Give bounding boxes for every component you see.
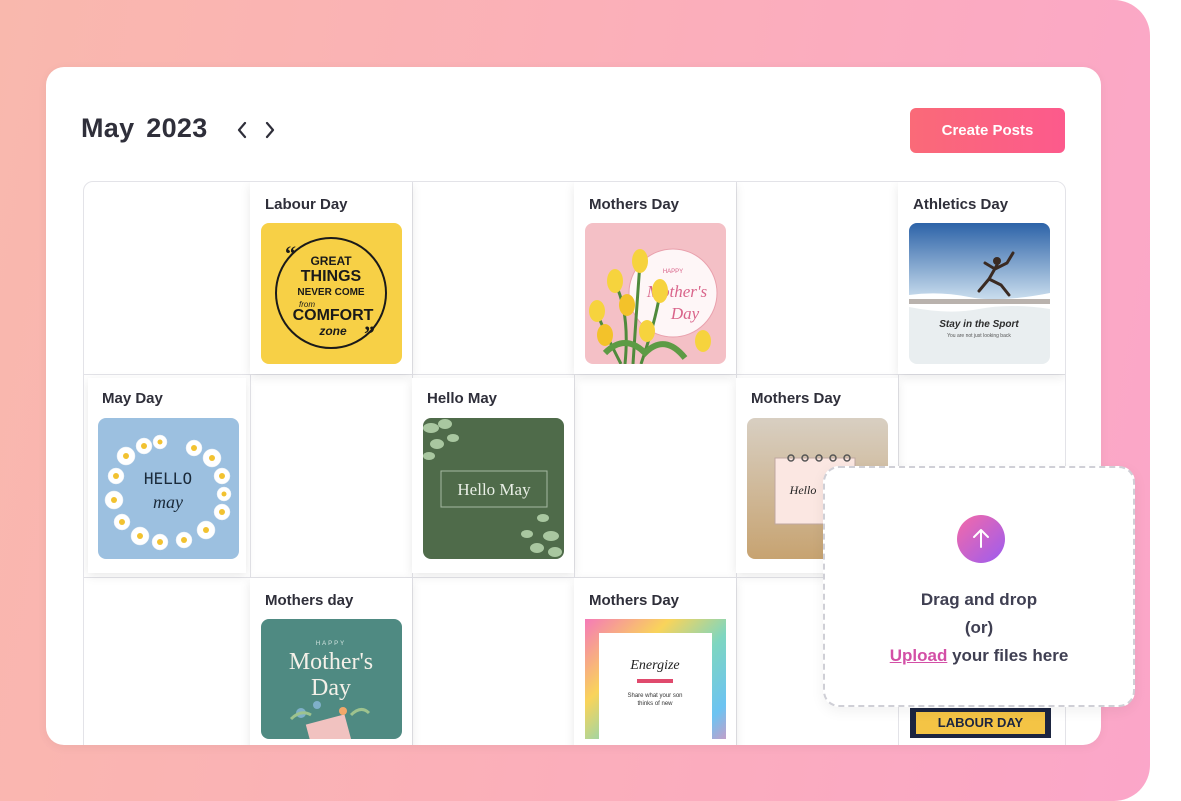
post-image-energize: Energize Share what your son thinks of n… xyxy=(585,619,726,739)
calendar-post[interactable]: Athletics Day Stay in the Sport You are … xyxy=(898,182,1065,374)
svg-text:HAPPY: HAPPY xyxy=(316,641,346,647)
calendar-post[interactable]: Hello May Hello May xyxy=(412,378,574,573)
post-label: Mothers Day xyxy=(751,390,842,407)
upload-link[interactable]: Upload xyxy=(890,646,948,665)
svg-text:Mother's: Mother's xyxy=(289,649,373,675)
month-title: May 2023 xyxy=(81,113,208,144)
chevron-right-icon xyxy=(265,121,275,139)
svg-text:thinks of new: thinks of new xyxy=(637,701,673,707)
upload-line-3-text: your files here xyxy=(952,646,1069,665)
create-posts-button[interactable]: Create Posts xyxy=(910,108,1065,153)
post-image-athletics: Stay in the Sport You are not just looki… xyxy=(909,223,1050,364)
calendar-post[interactable]: May Day HELLO may xyxy=(88,378,246,573)
svg-text:NEVER COME: NEVER COME xyxy=(297,287,365,298)
svg-text:You are not just looking back: You are not just looking back xyxy=(947,333,1011,339)
post-image-mothers-day-tulips: HAPPY Mother's Day xyxy=(585,223,726,364)
svg-text:Stay in the Sport: Stay in the Sport xyxy=(939,319,1019,330)
next-month-button[interactable] xyxy=(260,117,280,143)
post-label: Mothers day xyxy=(265,592,354,609)
arrow-up-icon xyxy=(973,529,989,548)
svg-text:zone: zone xyxy=(318,324,347,338)
svg-text:GREAT: GREAT xyxy=(310,254,352,268)
post-label: Athletics Day xyxy=(913,196,1009,213)
svg-text:Share what your son: Share what your son xyxy=(627,693,682,699)
svg-text:may: may xyxy=(153,492,183,512)
svg-text:HELLO: HELLO xyxy=(144,469,192,488)
upload-instructions: Drag and drop (or) Upload your files her… xyxy=(825,586,1133,670)
svg-text:Day: Day xyxy=(311,675,351,701)
chevron-left-icon xyxy=(237,121,247,139)
svg-text:“: “ xyxy=(285,241,296,266)
month-name: May xyxy=(81,113,135,143)
post-image-mothers-day-teal: HAPPY Mother's Day xyxy=(261,619,402,739)
post-label: Mothers Day xyxy=(589,592,680,609)
upload-line-3: Upload your files here xyxy=(825,642,1133,670)
post-label: May Day xyxy=(102,390,163,407)
calendar-post[interactable]: Mothers day HAPPY Mother's Day xyxy=(250,578,412,745)
calendar-post[interactable]: Mothers Day HAPPY Mother's Day xyxy=(574,182,736,374)
partial-post-label: LABOUR DAY xyxy=(916,712,1045,734)
upload-button[interactable] xyxy=(957,515,1005,563)
svg-text:THINGS: THINGS xyxy=(301,268,362,285)
upload-line-2: (or) xyxy=(964,618,994,637)
post-label: Hello May xyxy=(427,390,498,407)
prev-month-button[interactable] xyxy=(232,117,252,143)
post-label: Mothers Day xyxy=(589,196,680,213)
svg-text:HAPPY: HAPPY xyxy=(663,269,683,275)
year: 2023 xyxy=(146,113,208,143)
upload-line-1: Drag and drop xyxy=(920,590,1038,609)
calendar-post[interactable]: Labour Day “ ” GREAT THINGS NEVER COME f… xyxy=(250,182,412,374)
calendar-post[interactable]: Mothers Day Energize Share what your son… xyxy=(574,578,736,745)
post-image-hello-may-daisies: HELLO may xyxy=(98,418,239,559)
svg-text:Hello: Hello xyxy=(789,483,817,497)
svg-text:Day: Day xyxy=(670,304,700,323)
svg-text:Energize: Energize xyxy=(629,658,679,673)
post-image-hello-may-green: Hello May xyxy=(423,418,564,559)
post-image-great-things: “ ” GREAT THINGS NEVER COME from COMFORT… xyxy=(261,223,402,364)
svg-text:COMFORT: COMFORT xyxy=(293,307,374,324)
post-label: Labour Day xyxy=(265,196,348,213)
svg-text:Hello May: Hello May xyxy=(457,480,531,499)
svg-text:”: ” xyxy=(364,321,375,346)
partial-post-labour-day: LABOUR DAY xyxy=(910,708,1051,738)
upload-dropzone[interactable]: Drag and drop (or) Upload your files her… xyxy=(823,466,1135,707)
